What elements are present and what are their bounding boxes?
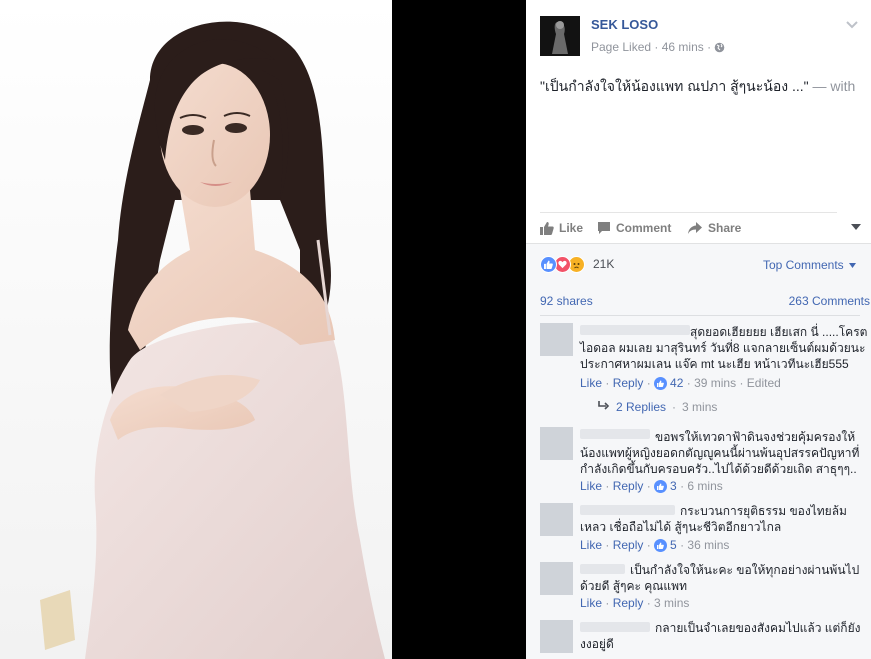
comment-reply-link[interactable]: Reply	[613, 376, 644, 390]
comment-time-link[interactable]: 6 mins	[687, 479, 722, 493]
photo-letterbox	[392, 0, 526, 659]
comments-count-link[interactable]: 263 Comments	[789, 294, 870, 308]
replies-count-label: 2 Replies	[616, 400, 667, 414]
meta-separator: ·	[707, 40, 715, 54]
share-arrow-icon	[687, 221, 703, 235]
footer-separator: ·	[643, 376, 655, 390]
footer-separator: ·	[643, 479, 655, 493]
footer-separator: ·	[602, 596, 613, 610]
comment-footer: Like · Reply · 3 mins	[580, 596, 689, 610]
comment-item: สุดยอดเฮียยยย เฮียเสก นี่ .....โครตไอดอล…	[540, 323, 867, 418]
comment-item: กลายเป็นจำเลยของสังคมไปแล้ว แต่ก็ยังงงอย…	[540, 620, 860, 659]
comment-time-link[interactable]: 39 mins	[694, 376, 736, 390]
top-comments-dropdown[interactable]: Top Comments	[763, 257, 856, 272]
separator-dot: ·	[672, 400, 677, 414]
comment-time-link[interactable]: 36 mins	[687, 538, 729, 552]
comment-reply-link[interactable]: Reply	[613, 479, 644, 493]
post-meta: Page Liked · 46 mins ·	[591, 40, 725, 56]
comment-item: เป็นกำลังใจให้นะคะ ขอให้ทุกอย่างผ่านพ้นไ…	[540, 562, 860, 614]
footer-separator: ·	[676, 538, 688, 552]
woman-portrait-image	[0, 0, 392, 659]
comment-reply-link[interactable]: Reply	[613, 596, 644, 610]
footer-separator: ·	[602, 538, 613, 552]
comment-like-link[interactable]: Like	[580, 376, 602, 390]
comment-item: กระบวนการยุติธรรม ของไทยล้มเหลว เชื่อถือ…	[540, 503, 860, 558]
reactions-summary[interactable]: 21K Top Comments	[540, 256, 870, 274]
footer-separator: ·	[643, 596, 655, 610]
share-button[interactable]: Share	[687, 221, 741, 235]
comment-text: ขอพรให้เทวดาฟ้าดินจงช่วยคุ้มครองให้น้องแ…	[580, 430, 860, 476]
comment-like-count[interactable]: 42	[670, 376, 683, 390]
view-replies-link[interactable]: 2 Replies · 3 mins	[598, 400, 717, 414]
commenter-avatar[interactable]	[540, 562, 573, 595]
comment-text: เป็นกำลังใจให้นะคะ ขอให้ทุกอย่างผ่านพ้นไ…	[580, 563, 860, 593]
page-name-link[interactable]: SEK LOSO	[591, 17, 658, 32]
replies-time: 3 mins	[682, 400, 718, 414]
like-count-thumb-icon	[654, 479, 668, 493]
footer-separator: ·	[736, 376, 747, 390]
footer-separator: ·	[643, 538, 655, 552]
comment-like-count[interactable]: 5	[670, 538, 677, 552]
comment-text: กลายเป็นจำเลยของสังคมไปแล้ว แต่ก็ยังงงอย…	[580, 621, 861, 651]
like-reaction-icon	[540, 256, 557, 273]
post-action-bar: Like Comment Share	[540, 212, 837, 244]
post-time-link[interactable]: 46 mins	[662, 40, 704, 54]
comment-button[interactable]: Comment	[597, 221, 671, 235]
comment-text: กระบวนการยุติธรรม ของไทยล้มเหลว เชื่อถือ…	[580, 504, 847, 534]
comment-footer: Like · Reply · 42 · 39 mins · Edited	[580, 376, 781, 390]
post-options-chevron-icon[interactable]	[844, 18, 860, 32]
footer-separator: ·	[683, 376, 695, 390]
comment-like-link[interactable]: Like	[580, 479, 602, 493]
commenter-avatar[interactable]	[540, 620, 573, 653]
caption-text: "เป็นกำลังใจให้น้องแพท ณปภา สู้ๆนะน้อง .…	[540, 78, 809, 94]
share-label: Share	[708, 221, 742, 235]
footer-separator: ·	[602, 479, 613, 493]
comment-reply-link[interactable]: Reply	[613, 538, 644, 552]
footer-separator: ·	[602, 376, 613, 390]
comment-footer: Like · Reply · 3 · 6 mins	[580, 479, 723, 493]
comment-edited-link[interactable]: Edited	[747, 376, 781, 390]
reply-arrow-icon	[598, 400, 610, 414]
footer-separator: ·	[676, 479, 688, 493]
commenter-avatar[interactable]	[540, 323, 573, 356]
comment-text: สุดยอดเฮียยยย เฮียเสก นี่ .....โครตไอดอล…	[580, 325, 868, 371]
comment-time-link[interactable]: 3 mins	[654, 596, 689, 610]
comment-like-link[interactable]: Like	[580, 538, 602, 552]
commenter-avatar[interactable]	[540, 427, 573, 460]
like-button[interactable]: Like	[540, 221, 583, 235]
meta-separator: ·	[654, 40, 662, 54]
comment-like-count[interactable]: 3	[670, 479, 677, 493]
caret-down-icon	[849, 257, 856, 271]
post-caption: "เป็นกำลังใจให้น้องแพท ณปภา สู้ๆนะน้อง .…	[540, 76, 855, 98]
page-liked-status: Page Liked	[591, 40, 652, 54]
page-avatar[interactable]	[540, 16, 580, 56]
reaction-count: 21K	[593, 257, 615, 271]
post-header: SEK LOSO Page Liked · 46 mins ·	[540, 14, 860, 56]
post-photo[interactable]	[0, 0, 392, 659]
share-menu-caret-icon[interactable]	[850, 220, 862, 234]
comment-label: Comment	[616, 221, 672, 235]
comment-like-link[interactable]: Like	[580, 596, 602, 610]
commenter-avatar[interactable]	[540, 503, 573, 536]
like-count-thumb-icon	[654, 376, 668, 390]
like-label: Like	[559, 221, 584, 235]
shares-link[interactable]: 92 shares	[540, 294, 593, 308]
thumbs-up-icon	[540, 221, 554, 235]
like-count-thumb-icon	[654, 538, 668, 552]
post-stats-row: 92 shares 263 Comments	[540, 286, 870, 316]
comment-bubble-icon	[597, 221, 611, 235]
top-comments-label: Top Comments	[762, 258, 844, 272]
caption-with: — with	[812, 78, 856, 94]
post-side-panel: SEK LOSO Page Liked · 46 mins · "เป็นกำล…	[526, 0, 871, 659]
comment-item: ขอพรให้เทวดาฟ้าดินจงช่วยคุ้มครองให้น้องแ…	[540, 427, 860, 497]
globe-icon	[714, 42, 725, 56]
comment-footer: Like · Reply · 5 · 36 mins	[580, 538, 729, 552]
